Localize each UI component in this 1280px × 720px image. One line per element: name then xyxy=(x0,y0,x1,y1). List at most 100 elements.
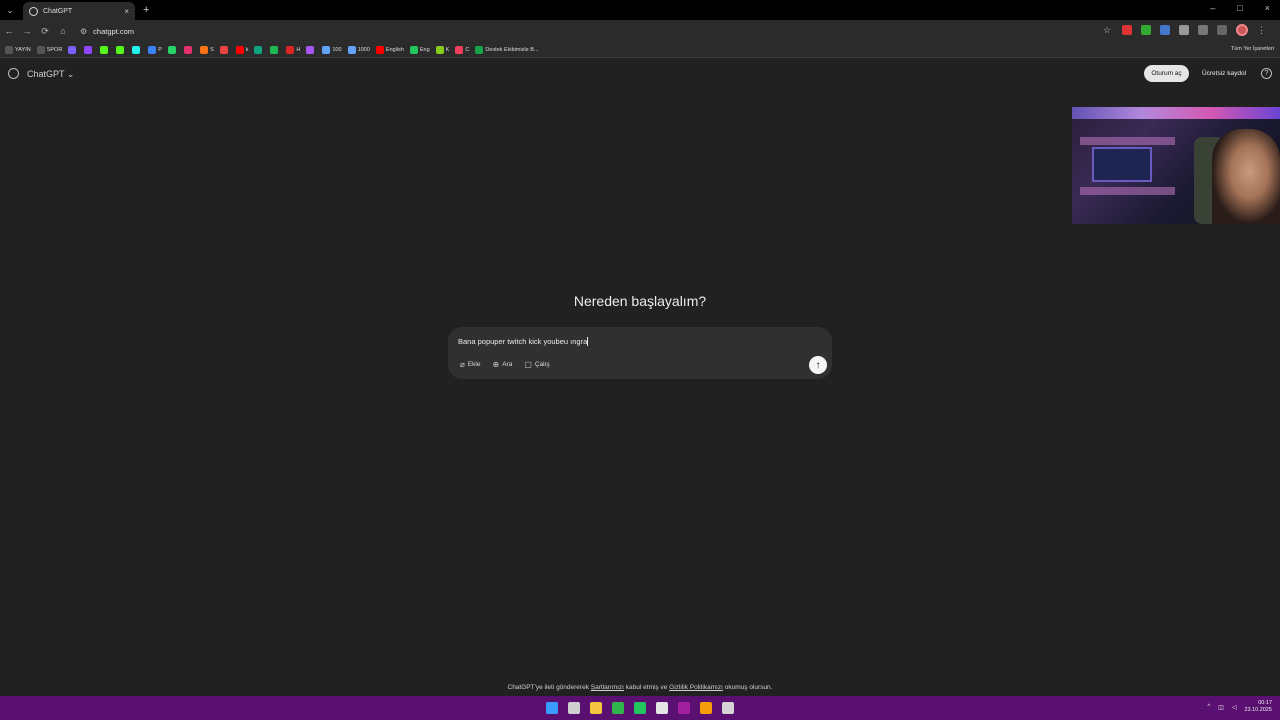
volume-icon[interactable]: ◁ xyxy=(1232,704,1237,711)
bookmark-label: P xyxy=(158,46,162,53)
bookmark-icon xyxy=(148,45,157,54)
bookmark-item[interactable] xyxy=(68,45,78,54)
extension-icon[interactable] xyxy=(1179,25,1189,35)
bookmark-item[interactable] xyxy=(254,45,264,54)
site-info-icon[interactable]: ⚙ xyxy=(80,27,87,36)
bookmark-item[interactable]: Eng xyxy=(409,45,430,54)
app-icon[interactable] xyxy=(678,702,690,714)
bookmark-item[interactable] xyxy=(167,45,178,54)
terms-middle: kabul etmiş ve xyxy=(624,684,670,691)
bookmark-item[interactable] xyxy=(219,45,230,54)
file-explorer-icon[interactable] xyxy=(590,702,602,714)
extension-icon[interactable] xyxy=(1160,25,1170,35)
system-tray: ^ ◫ ◁ 00:17 23.10.2025 xyxy=(1207,700,1272,714)
bookmark-item[interactable]: YAYIN xyxy=(5,45,31,54)
bookmark-item[interactable]: SPOR xyxy=(36,45,62,54)
streamer xyxy=(1212,129,1280,224)
windows-start-icon[interactable] xyxy=(546,702,558,714)
chrome-icon[interactable] xyxy=(700,702,712,714)
bookmark-icon xyxy=(270,45,279,54)
send-button[interactable]: ↑ xyxy=(809,356,827,374)
steam-icon[interactable] xyxy=(656,702,668,714)
bookmark-item[interactable] xyxy=(116,45,126,54)
bookmark-star-icon[interactable]: ☆ xyxy=(1103,25,1113,35)
bookmark-icon xyxy=(84,45,93,54)
bookmark-label: Destek Ekibimizle B... xyxy=(485,46,539,53)
composer-tools: ⌀ Ekle ⊕ Ara ▢ Çalış xyxy=(457,358,553,371)
minimize-icon[interactable]: – xyxy=(1210,3,1215,13)
bookmark-item[interactable]: C xyxy=(455,45,469,54)
terms-link[interactable]: Şartlarımızı xyxy=(591,684,624,691)
privacy-link[interactable]: Gizlilik Politikamızı xyxy=(669,684,723,691)
tab-search-icon[interactable]: ⌄ xyxy=(3,3,17,17)
clock-date: 23.10.2025 xyxy=(1244,707,1272,713)
close-window-icon[interactable]: × xyxy=(1265,3,1270,13)
bookmark-item[interactable]: k xyxy=(235,45,249,54)
profile-avatar[interactable] xyxy=(1236,24,1248,36)
bookmark-label: H xyxy=(296,46,301,53)
help-icon[interactable]: ? xyxy=(1261,68,1272,79)
clock[interactable]: 00:17 23.10.2025 xyxy=(1244,700,1272,714)
bookmark-item[interactable] xyxy=(84,45,94,54)
extension-icon[interactable] xyxy=(1198,25,1208,35)
settings-icon[interactable] xyxy=(722,702,734,714)
network-icon[interactable]: ◫ xyxy=(1218,704,1224,711)
bookmark-icon xyxy=(199,45,208,54)
globe-icon: ⊕ xyxy=(492,360,500,369)
bookmark-icon xyxy=(183,45,192,54)
terms-notice: ChatGPT'ye ileti göndererek Şartlarımızı… xyxy=(0,684,1280,691)
new-tab-button[interactable]: + xyxy=(143,4,149,16)
tab-chatgpt[interactable]: ChatGPT × xyxy=(23,2,135,20)
terms-prefix: ChatGPT'ye ileti göndererek xyxy=(507,684,591,691)
media-play-icon[interactable] xyxy=(634,702,646,714)
extensions-puzzle-icon[interactable] xyxy=(1217,25,1227,35)
url-text: chatgpt.com xyxy=(93,26,135,36)
bookmark-item[interactable] xyxy=(306,45,316,54)
attach-button[interactable]: ⌀ Ekle xyxy=(457,358,483,371)
xbox-icon[interactable] xyxy=(612,702,624,714)
all-bookmarks-button[interactable]: Tüm Yer İşaretleri xyxy=(1231,46,1274,52)
reload-icon[interactable]: ⟳ xyxy=(36,26,54,37)
bookmark-item[interactable] xyxy=(270,45,280,54)
back-icon[interactable]: ← xyxy=(0,26,18,36)
bookmark-item[interactable] xyxy=(183,45,194,54)
bookmark-item[interactable]: 1000 xyxy=(347,45,370,54)
bookmark-icon xyxy=(100,45,109,54)
bookmark-item[interactable] xyxy=(132,45,142,54)
bookmark-item[interactable]: English xyxy=(375,45,404,54)
prompt-input[interactable]: Bana popuper twitch kick youbeu ıngra xyxy=(458,337,589,346)
model-selector[interactable]: ChatGPT ⌄ xyxy=(27,69,74,80)
bookmark-item[interactable]: 100 xyxy=(322,45,342,54)
login-button[interactable]: Oturum aç xyxy=(1144,65,1189,82)
browser-toolbar: ← → ⟳ ⌂ ⚙ chatgpt.com ☆ ⋮ xyxy=(0,20,1280,42)
bookmark-icon xyxy=(322,45,331,54)
extension-icon[interactable] xyxy=(1122,25,1132,35)
extension-icon[interactable] xyxy=(1141,25,1151,35)
bookmark-label: k xyxy=(245,46,249,53)
chatgpt-logo-icon[interactable] xyxy=(8,68,19,79)
bookmark-icon xyxy=(219,45,228,54)
tray-chevron-icon[interactable]: ^ xyxy=(1207,704,1210,710)
menu-kebab-icon[interactable]: ⋮ xyxy=(1257,25,1266,36)
task-view-icon[interactable] xyxy=(568,702,580,714)
bookmark-item[interactable]: Destek Ekibimizle B... xyxy=(475,45,539,54)
search-button[interactable]: ⊕ Ara xyxy=(489,358,515,371)
bookmark-item[interactable]: S xyxy=(199,45,214,54)
bookmark-item[interactable] xyxy=(100,45,110,54)
bookmark-icon xyxy=(254,45,263,54)
tab-close-icon[interactable]: × xyxy=(124,7,129,16)
address-bar[interactable]: ⚙ chatgpt.com xyxy=(80,27,134,36)
bookmark-item[interactable]: K xyxy=(435,45,449,54)
home-icon[interactable]: ⌂ xyxy=(54,26,72,36)
clock-time: 00:17 xyxy=(1258,700,1272,706)
bookmark-label: YAYIN xyxy=(15,46,31,53)
signup-button[interactable]: Ücretsiz kaydol xyxy=(1196,65,1252,82)
page-title: Nereden başlayalım? xyxy=(573,293,707,309)
bookmark-item[interactable]: P xyxy=(148,45,162,54)
windows-taskbar: ^ ◫ ◁ 00:17 23.10.2025 xyxy=(0,696,1280,720)
study-button[interactable]: ▢ Çalış xyxy=(521,358,552,371)
bookmark-item[interactable]: H xyxy=(286,45,301,54)
text-caret xyxy=(587,337,589,346)
forward-icon[interactable]: → xyxy=(18,26,36,36)
maximize-icon[interactable]: □ xyxy=(1237,3,1242,13)
